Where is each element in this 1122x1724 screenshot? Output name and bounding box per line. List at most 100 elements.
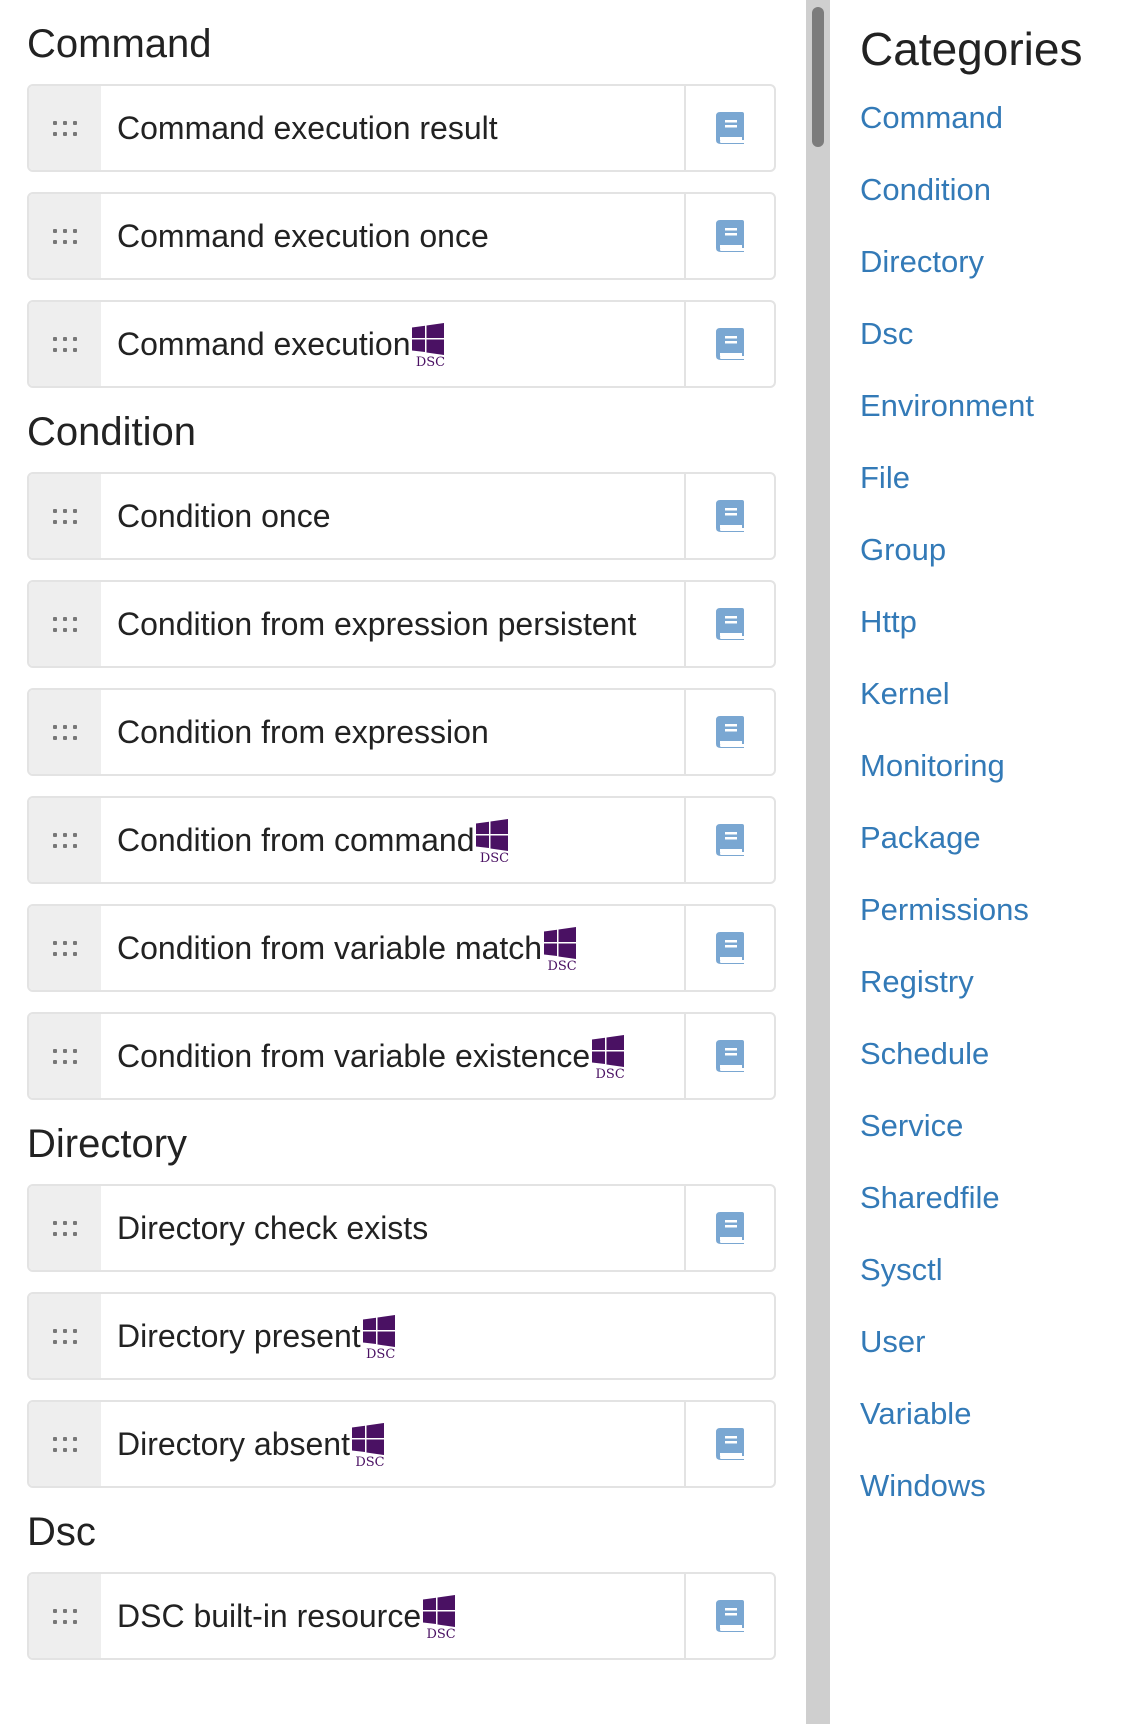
category-link-dsc[interactable]: Dsc [860,314,1122,386]
dsc-badge-text: DSC [366,1347,396,1362]
dsc-badge: DSC [474,819,510,865]
grip-icon [53,1436,77,1452]
category-link-kernel[interactable]: Kernel [860,674,1122,746]
book-icon [716,500,744,532]
grip-icon [53,1048,77,1064]
drag-handle[interactable] [29,302,101,386]
drag-handle[interactable] [29,1014,101,1098]
category-link-service[interactable]: Service [860,1106,1122,1178]
grip-icon [53,120,77,136]
drag-handle[interactable] [29,690,101,774]
category-link-variable[interactable]: Variable [860,1394,1122,1466]
drag-handle[interactable] [29,1574,101,1658]
category-link-monitoring[interactable]: Monitoring [860,746,1122,818]
book-icon [716,1600,744,1632]
drag-handle[interactable] [29,194,101,278]
category-link-sysctl[interactable]: Sysctl [860,1250,1122,1322]
grip-icon [53,1220,77,1236]
drag-handle[interactable] [29,582,101,666]
dsc-badge: DSC [542,927,578,973]
method-item[interactable]: DSC built-in resource DSC [27,1572,776,1660]
method-label: Condition from variable existence DSC [101,1014,684,1098]
drag-handle[interactable] [29,1186,101,1270]
method-item[interactable]: Condition from variable existence DSC [27,1012,776,1100]
drag-handle[interactable] [29,906,101,990]
windows-logo-icon [351,1423,384,1455]
category-link-environment[interactable]: Environment [860,386,1122,458]
scrollbar-thumb[interactable] [812,7,824,147]
documentation-button[interactable] [684,302,774,386]
category-link-user[interactable]: User [860,1322,1122,1394]
grip-icon [53,616,77,632]
method-label: Condition from expression [101,690,684,774]
category-section: Directory Directory check exists Directory… [27,1120,776,1488]
method-label: Command execution result [101,86,684,170]
method-label: Directory check exists [101,1186,684,1270]
method-label: Condition from command DSC [101,798,684,882]
category-link-http[interactable]: Http [860,602,1122,674]
category-link-group[interactable]: Group [860,530,1122,602]
category-link-command[interactable]: Command [860,98,1122,170]
category-link-permissions[interactable]: Permissions [860,890,1122,962]
drag-handle[interactable] [29,474,101,558]
category-link-windows[interactable]: Windows [860,1466,1122,1538]
method-item[interactable]: Directory check exists [27,1184,776,1272]
documentation-button[interactable] [684,1186,774,1270]
section-title: Command [27,22,212,66]
documentation-button[interactable] [684,798,774,882]
category-section: Dsc DSC built-in resource DSC [27,1508,776,1660]
method-item[interactable]: Condition once [27,472,776,560]
method-item[interactable]: Command execution DSC [27,300,776,388]
book-icon [716,932,744,964]
documentation-button[interactable] [684,906,774,990]
category-link-registry[interactable]: Registry [860,962,1122,1034]
dsc-badge: DSC [421,1595,457,1641]
drag-handle[interactable] [29,1294,101,1378]
method-name: Directory absent [117,1425,350,1462]
grip-icon [53,940,77,956]
section-title: Dsc [27,1510,96,1554]
category-link-directory[interactable]: Directory [860,242,1122,314]
drag-handle[interactable] [29,1402,101,1486]
windows-logo-icon [544,927,577,959]
windows-logo-icon [592,1035,625,1067]
method-item[interactable]: Directory absent DSC [27,1400,776,1488]
grip-icon [53,832,77,848]
drag-handle[interactable] [29,798,101,882]
book-icon [716,824,744,856]
dsc-badge-text: DSC [479,851,510,866]
technique-editor-page: Command Command execution result Command e… [0,0,1122,1724]
book-icon [716,1428,744,1460]
documentation-button[interactable] [684,474,774,558]
category-link-schedule[interactable]: Schedule [860,1034,1122,1106]
drag-handle[interactable] [29,86,101,170]
method-item[interactable]: Condition from expression persistent [27,580,776,668]
method-name: Condition from expression [117,713,489,750]
method-item[interactable]: Command execution once [27,192,776,280]
method-label: Directory absent DSC [101,1402,684,1486]
documentation-button[interactable] [684,86,774,170]
category-link-sharedfile[interactable]: Sharedfile [860,1178,1122,1250]
documentation-button[interactable] [684,1402,774,1486]
book-icon [716,220,744,252]
dsc-badge: DSC [350,1423,386,1469]
scrollbar[interactable] [806,0,830,1724]
method-item[interactable]: Command execution result [27,84,776,172]
documentation-button[interactable] [684,1574,774,1658]
sidebar-title: Categories [860,23,1083,75]
category-link-package[interactable]: Package [860,818,1122,890]
dsc-badge: DSC [410,323,446,369]
method-item[interactable]: Condition from expression [27,688,776,776]
documentation-button[interactable] [684,1014,774,1098]
documentation-button[interactable] [684,194,774,278]
documentation-button[interactable] [684,582,774,666]
category-link-condition[interactable]: Condition [860,170,1122,242]
method-label: Command execution DSC [101,302,684,386]
method-item[interactable]: Condition from command DSC [27,796,776,884]
dsc-badge: DSC [590,1035,626,1081]
documentation-button[interactable] [684,690,774,774]
method-item[interactable]: Directory present DSC [27,1292,776,1380]
category-link-file[interactable]: File [860,458,1122,530]
method-item[interactable]: Condition from variable match DSC [27,904,776,992]
dsc-badge-text: DSC [415,355,446,370]
